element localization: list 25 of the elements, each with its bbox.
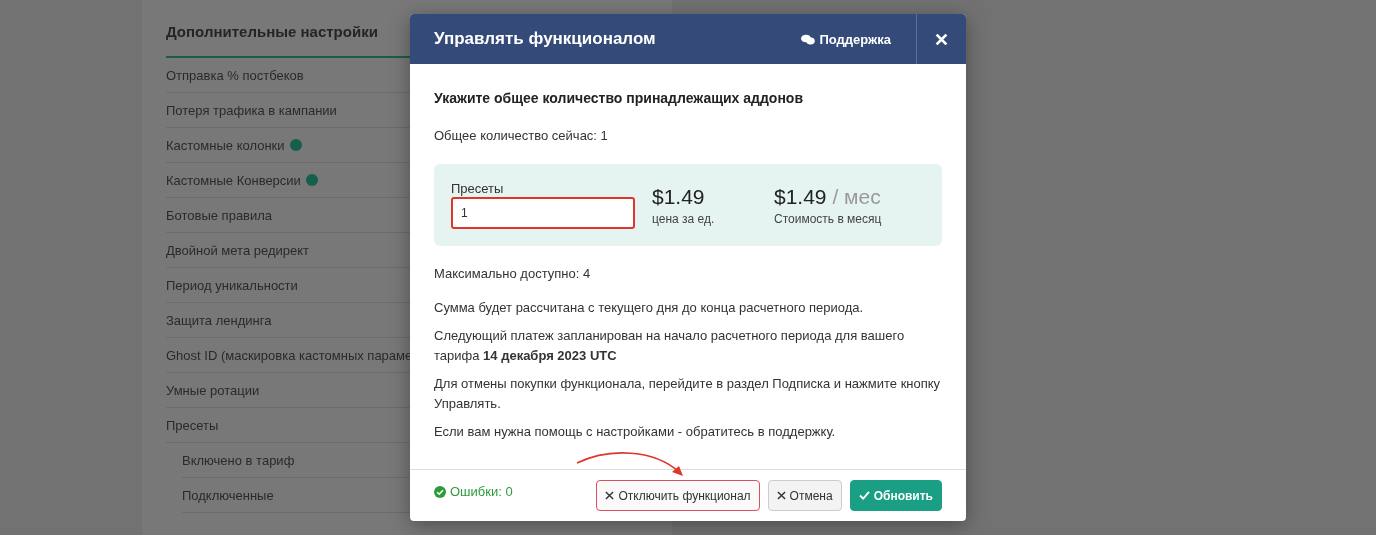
quantity-field[interactable]: 1 [451,197,635,229]
field-label: Пресеты [451,181,505,196]
monthly-price: $1.49 / мес [774,184,882,209]
monthly-price-caption: Стоимость в месяц [774,211,883,226]
max-available: Максимально доступно: 4 [434,265,592,283]
note-text: Следующий платеж запланирован на начало расчетного периода для вашего тарифа 14 декабря 2023 UTC [434,327,906,365]
unit-price: $1.49 [652,184,706,209]
close-icon [935,32,948,46]
note-text: Для отмены покупки функционала, перейдите в раздел Подписка и нажмите кнопку Управлять. [434,375,942,413]
disable-button[interactable]: Отключить функционал [596,480,760,511]
errors-status: Ошибки: 0 [434,480,589,499]
check-icon [858,491,870,500]
panel-title: Дополнительные настройки [166,22,378,42]
note-text: Сумма будет рассчитана с текущего дня до конца расчетного периода. [434,299,865,317]
dialog-title: Управлять функционалом [433,29,657,49]
current-total: Общее количество сейчас: 1 [434,127,609,145]
cancel-button[interactable]: Отмена [767,480,842,511]
close-icon [776,491,786,500]
unit-price-caption: цена за ед. [652,211,716,226]
close-icon [605,491,615,500]
section-heading: Укажите общее количество принадлежащих аддонов [434,90,805,106]
note-text: Если вам нужна помощь с настройками - обратитесь в поддержку. [434,423,837,441]
check-circle-icon [434,485,446,498]
chat-icon [801,33,816,45]
support-link[interactable]: Поддержка [801,31,891,47]
